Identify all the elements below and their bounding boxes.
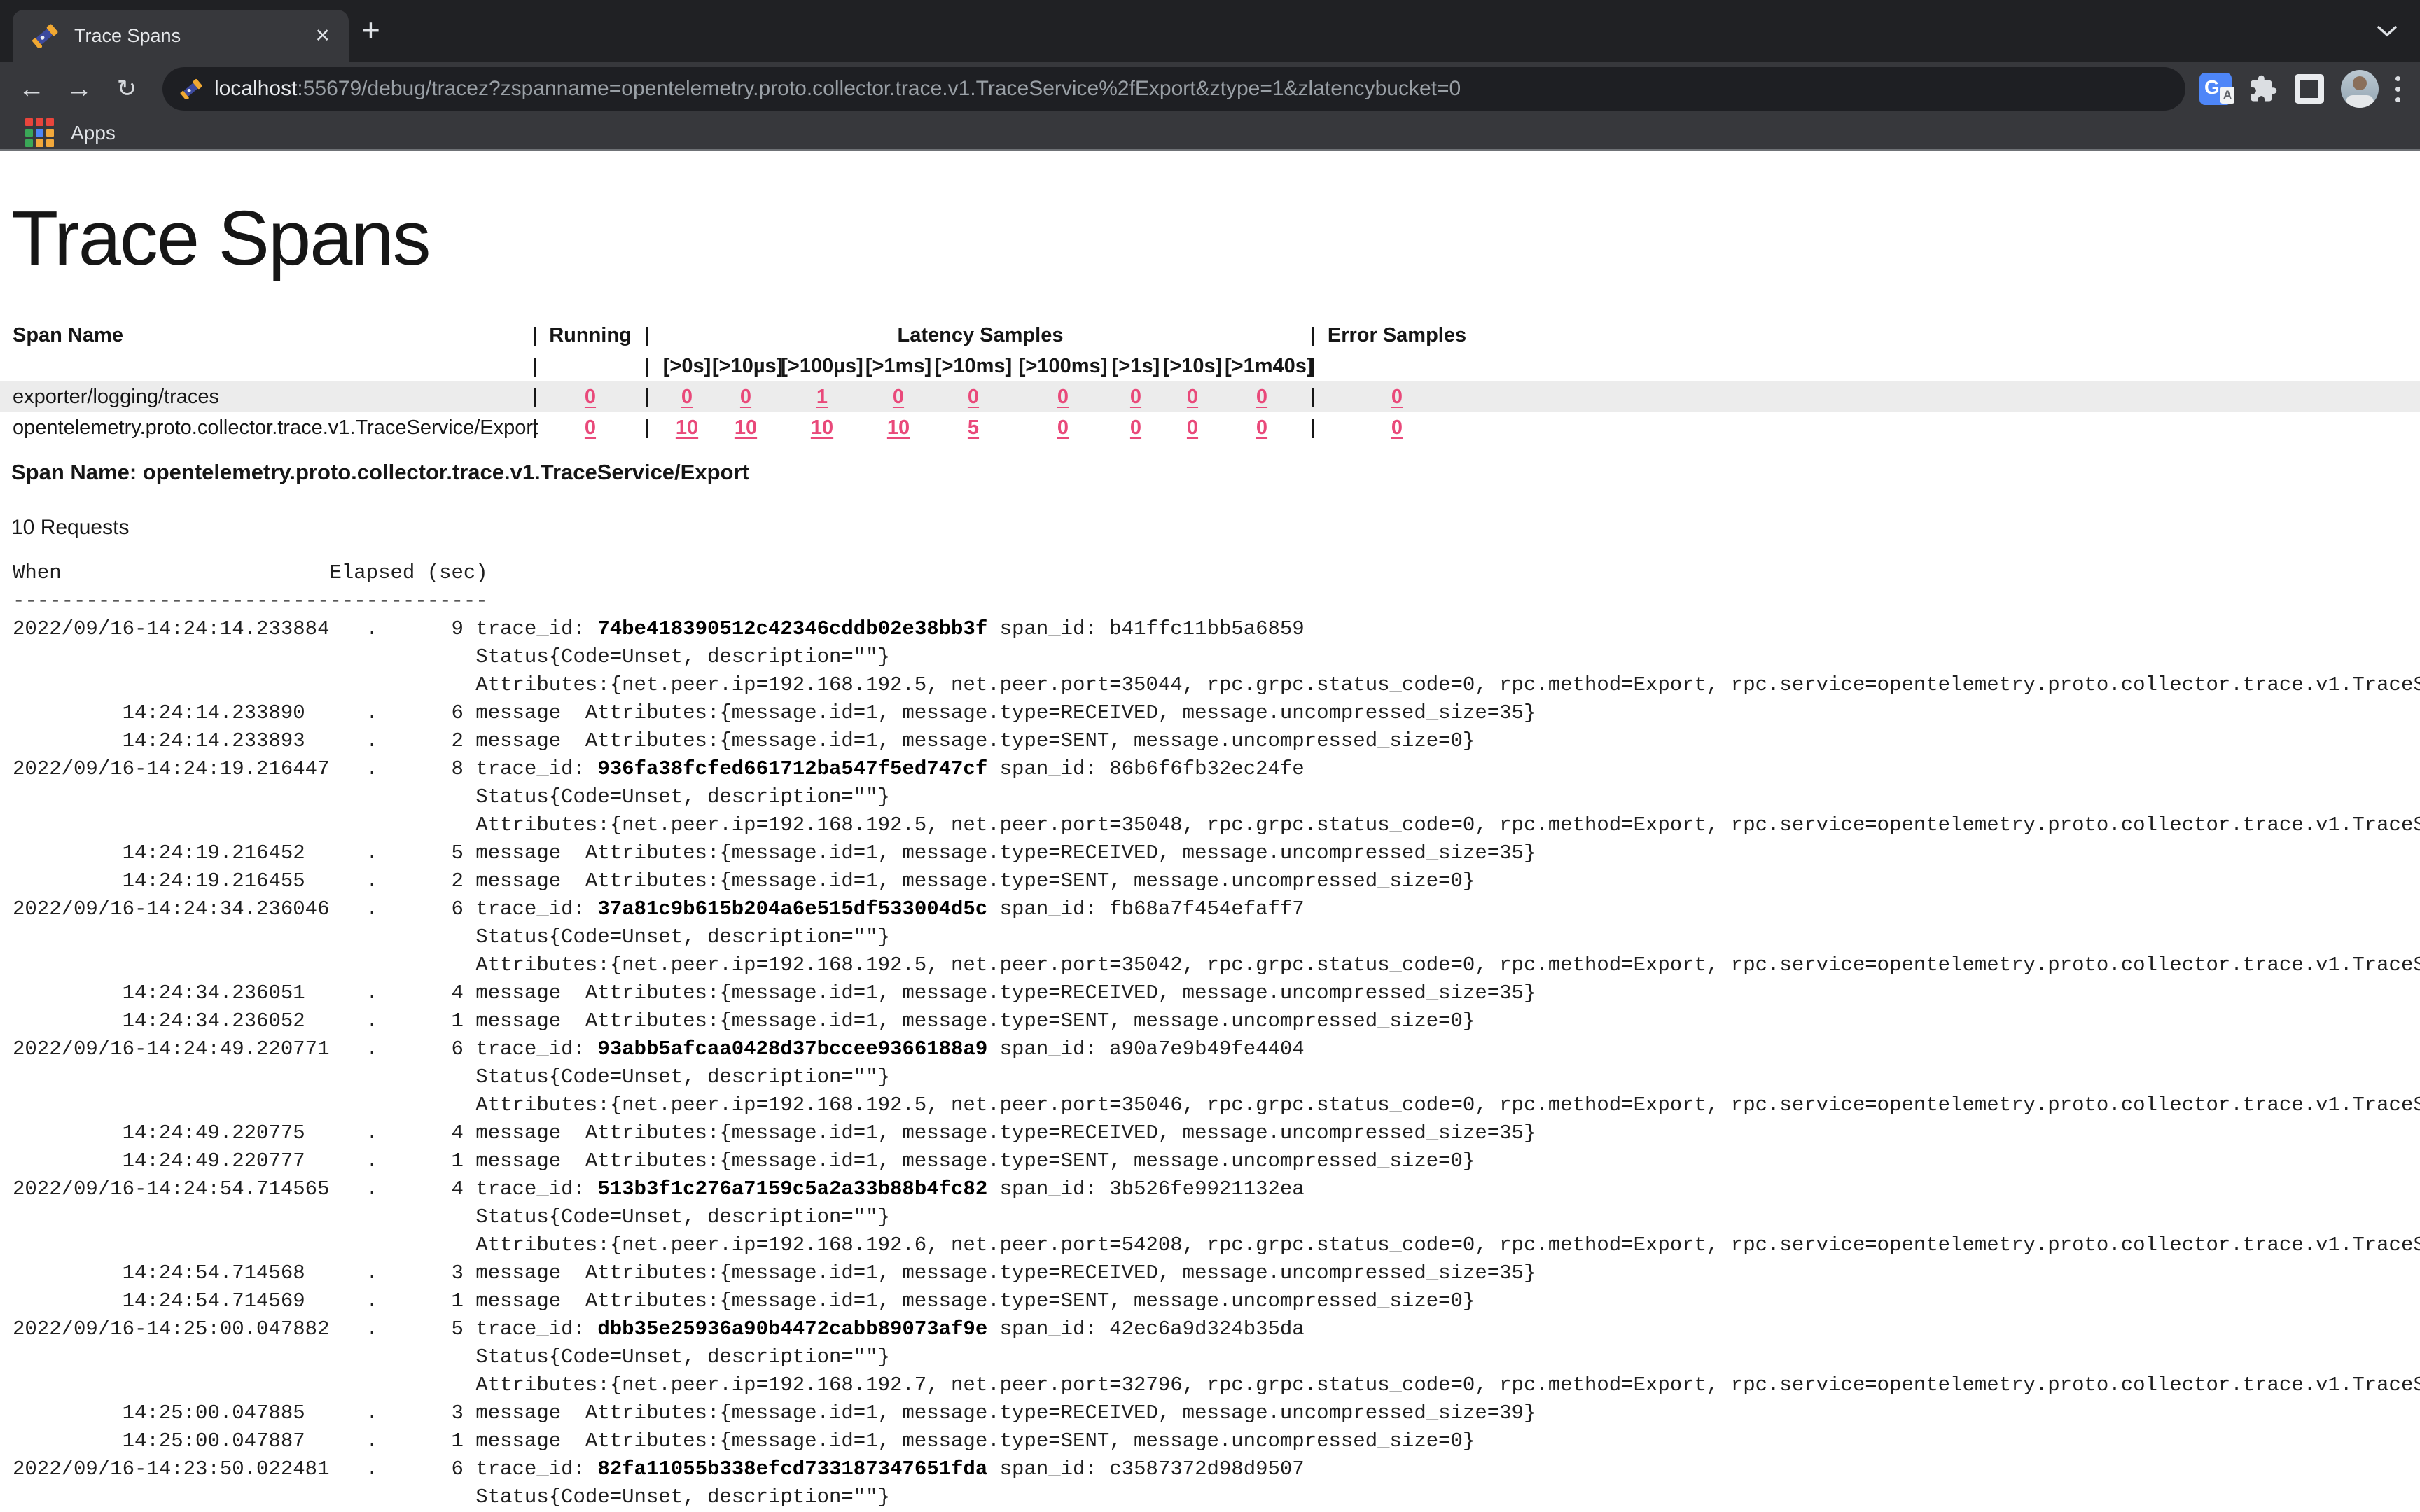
profile-avatar[interactable] (2341, 70, 2379, 108)
error-count-link[interactable]: 0 (1391, 386, 1403, 408)
pipe: | (522, 355, 548, 378)
trace-id: dbb35e25936a90b4472cabb89073af9e (597, 1317, 987, 1340)
bucket-count-link[interactable]: 10 (735, 416, 757, 439)
bucket-count-link[interactable]: 0 (1130, 416, 1141, 439)
running-count-link[interactable]: 0 (585, 386, 596, 408)
bucket-label: [>1m40s] (1225, 355, 1299, 378)
pipe: | (522, 416, 548, 440)
bucket-label: [>100µs] (779, 355, 865, 378)
bucket-count-link[interactable]: 1 (816, 386, 828, 408)
trace-id: 513b3f1c276a7159c5a2a33b88b4fc82 (597, 1177, 987, 1200)
translate-icon[interactable]: G A (2199, 73, 2232, 105)
col-running: Running (548, 324, 632, 347)
bucket-count-link[interactable]: 10 (676, 416, 698, 439)
pipe: | (1299, 386, 1327, 409)
extensions-puzzle-icon[interactable] (2248, 74, 2278, 104)
menu-kebab-icon[interactable] (2395, 76, 2400, 102)
side-panel-icon[interactable] (2295, 74, 2324, 104)
tab-close-icon[interactable]: ✕ (314, 27, 331, 46)
bucket-label: [>10ms] (932, 355, 1015, 378)
tab-search-chevron-icon[interactable] (2377, 25, 2398, 38)
bucket-count-link[interactable]: 0 (1256, 416, 1267, 439)
col-span-name: Span Name (0, 324, 522, 347)
new-tab-button[interactable]: + (361, 14, 380, 46)
bucket-count-link[interactable]: 0 (740, 386, 751, 408)
pipe: | (522, 386, 548, 409)
address-bar[interactable]: localhost:55679/debug/tracez?zspanname=o… (162, 67, 2185, 111)
running-count-link[interactable]: 0 (585, 416, 596, 439)
latency-summary-table: Span Name | Running | Latency Samples | … (0, 320, 2420, 443)
bucket-count-link[interactable]: 0 (1187, 416, 1198, 439)
bucket-count-link[interactable]: 0 (1057, 416, 1069, 439)
table-row: exporter/logging/traces | 0 | 0 0 1 0 0 … (0, 382, 2420, 412)
bucket-label: [>100ms] (1015, 355, 1111, 378)
pipe: | (1299, 416, 1327, 440)
site-telescope-icon (179, 77, 203, 101)
bookmarks-bar: Apps (0, 116, 2420, 151)
bucket-label: [>0s] (662, 355, 712, 378)
trace-listing: When Elapsed (sec) ---------------------… (0, 559, 2420, 1511)
page-title: Trace Spans (11, 196, 2420, 281)
trace-id: 936fa38fcfed661712ba547f5ed747cf (597, 757, 987, 780)
pipe: | (632, 416, 662, 440)
pipe: | (632, 386, 662, 409)
bucket-count-link[interactable]: 0 (893, 386, 904, 408)
bucket-count-link[interactable]: 0 (1256, 386, 1267, 408)
bucket-label: [>10µs] (712, 355, 779, 378)
trace-id: 74be418390512c42346cddb02e38bb3f (597, 617, 987, 640)
table-header-row: Span Name | Running | Latency Samples | … (0, 320, 2420, 351)
bucket-count-link[interactable]: 0 (1130, 386, 1141, 408)
bucket-count-link[interactable]: 0 (1187, 386, 1198, 408)
bucket-label: [>1ms] (865, 355, 932, 378)
bucket-count-link[interactable]: 10 (811, 416, 833, 439)
pipe: | (632, 324, 662, 347)
browser-toolbar: ← → ↻ localhost:55679/debug/tracez?zspan… (0, 62, 2420, 116)
pipe: | (1299, 355, 1327, 378)
trace-id: 37a81c9b615b204a6e515df533004d5c (597, 897, 987, 920)
back-button[interactable]: ← (15, 76, 48, 102)
span-name: exporter/logging/traces (0, 386, 522, 409)
trace-id: 82fa11055b338efcd733187347651fda (597, 1457, 987, 1480)
url-path: :55679/debug/tracez?zspanname=openteleme… (297, 77, 1461, 100)
bucket-count-link[interactable]: 0 (1057, 386, 1069, 408)
bookmark-apps[interactable]: Apps (71, 122, 116, 144)
bucket-label: [>1s] (1111, 355, 1160, 378)
tab-title: Trace Spans (74, 25, 314, 47)
trace-id: 93abb5afcaa0428d37bccee9366188a9 (597, 1037, 987, 1060)
telescope-favicon-icon (31, 22, 59, 50)
selected-span-header: Span Name: opentelemetry.proto.collector… (11, 460, 2420, 485)
tab-strip: Trace Spans ✕ + (0, 0, 2420, 62)
browser-tab[interactable]: Trace Spans ✕ (13, 10, 349, 62)
url-host: localhost (214, 77, 297, 100)
bucket-count-link[interactable]: 0 (681, 386, 693, 408)
col-latency-samples: Latency Samples (662, 324, 1299, 347)
apps-grid-icon (25, 118, 54, 147)
pipe: | (632, 355, 662, 378)
bucket-count-link[interactable]: 5 (968, 416, 979, 439)
col-error-samples: Error Samples (1327, 324, 1467, 347)
span-name: opentelemetry.proto.collector.trace.v1.T… (0, 416, 522, 440)
pipe: | (1299, 324, 1327, 347)
reload-button[interactable]: ↻ (111, 77, 143, 101)
request-count: 10 Requests (11, 516, 2420, 540)
tracez-page: Trace Spans Span Name | Running | Latenc… (0, 196, 2420, 1511)
forward-button[interactable]: → (63, 76, 95, 102)
pipe: | (522, 324, 548, 347)
error-count-link[interactable]: 0 (1391, 416, 1403, 439)
url-text: localhost:55679/debug/tracez?zspanname=o… (214, 77, 1461, 101)
table-row: opentelemetry.proto.collector.trace.v1.T… (0, 412, 2420, 443)
bucket-count-link[interactable]: 0 (968, 386, 979, 408)
bucket-header-row: | | [>0s] [>10µs] [>100µs] [>1ms] [>10ms… (0, 351, 2420, 382)
bucket-count-link[interactable]: 10 (887, 416, 910, 439)
bucket-label: [>10s] (1160, 355, 1225, 378)
